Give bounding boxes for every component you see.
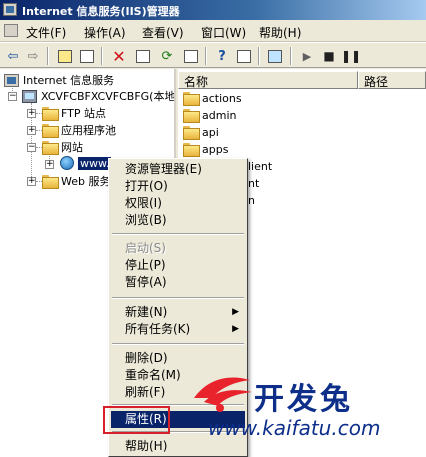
toolbar: ⇦ ⇨ ✕ ⟳ ? ▶ ■ ❚❚ [0, 42, 426, 68]
tree-label-server: XCVFCBFXCVFCBFG(本地计算机) [41, 90, 176, 103]
show-hide-tree-icon[interactable] [78, 47, 96, 65]
list-item-partial[interactable]: nt [248, 175, 259, 191]
list-item[interactable]: actions [183, 90, 242, 106]
expand-icon[interactable]: + [27, 109, 36, 118]
toolbar-separator [290, 47, 292, 65]
console-icon[interactable] [235, 47, 253, 65]
folder-icon [42, 124, 59, 138]
list-item-label: api [202, 125, 219, 139]
tree-node-iis-root[interactable]: Internet 信息服务 [4, 72, 114, 88]
ctx-all-tasks[interactable]: 所有任务(K) ▶ [111, 321, 245, 338]
menu-separator [112, 233, 244, 235]
iis-node-icon [4, 73, 19, 87]
export-icon[interactable] [182, 47, 200, 65]
expand-icon[interactable]: + [45, 160, 54, 169]
computer-node-icon [22, 89, 37, 103]
tree-node-ftp-sites[interactable]: FTP 站点 [42, 105, 106, 121]
ctx-browse[interactable]: 浏览(B) [111, 212, 245, 229]
ctx-permissions[interactable]: 权限(I) [111, 195, 245, 212]
ctx-new-label: 新建(N) [125, 305, 168, 319]
forward-arrow-icon[interactable]: ⇨ [24, 47, 42, 65]
title-bar: Internet 信息服务(IIS)管理器 [0, 0, 426, 20]
menu-bar: 文件(F) 操作(A) 查看(V) 窗口(W) 帮助(H) [0, 20, 426, 42]
ctx-stop[interactable]: 停止(P) [111, 257, 245, 274]
watermark-url: www.kaifatu.com [208, 416, 381, 440]
ctx-pause[interactable]: 暂停(A) [111, 274, 245, 291]
menu-help[interactable]: 帮助(H) [259, 24, 301, 41]
list-item[interactable]: apps [183, 141, 228, 157]
system-menu-icon[interactable] [4, 24, 18, 37]
menu-view[interactable]: 查看(V) [142, 24, 184, 41]
menu-file[interactable]: 文件(F) [26, 24, 66, 41]
window-title: Internet 信息服务(IIS)管理器 [22, 5, 180, 18]
expand-icon[interactable]: + [27, 177, 36, 186]
computer-icon[interactable] [266, 47, 284, 65]
folder-icon [183, 143, 200, 157]
tree-node-app-pools[interactable]: 应用程序池 [42, 122, 116, 138]
play-icon[interactable]: ▶ [298, 47, 316, 65]
tree-node-websites[interactable]: 网站 [42, 139, 83, 155]
list-item-partial[interactable]: lient [248, 158, 272, 174]
tree-label-apppools: 应用程序池 [61, 124, 116, 137]
watermark: 开发兔 www.kaifatu.com [190, 368, 426, 448]
column-header-name[interactable]: 名称 [178, 71, 358, 89]
menu-separator [112, 343, 244, 345]
tree-label-ftp: FTP 站点 [61, 107, 106, 120]
properties-icon[interactable] [134, 47, 152, 65]
toolbar-separator [47, 47, 49, 65]
folder-icon [42, 141, 59, 155]
list-item-label: apps [202, 142, 229, 156]
toolbar-separator [258, 47, 260, 65]
ctx-delete[interactable]: 删除(D) [111, 350, 245, 367]
tree-label-websites: 网站 [61, 141, 83, 154]
website-globe-icon [60, 156, 74, 170]
menu-window[interactable]: 窗口(W) [201, 24, 246, 41]
help-icon[interactable]: ? [213, 47, 231, 65]
watermark-brand: 开发兔 [254, 382, 353, 417]
highlight-box [103, 406, 170, 434]
tree-node-website[interactable]: www. [60, 155, 112, 171]
collapse-icon[interactable]: − [8, 92, 17, 101]
toolbar-separator [205, 47, 207, 65]
expand-icon[interactable]: + [27, 126, 36, 135]
ctx-explore[interactable]: 资源管理器(E) [111, 161, 245, 178]
tree-label-root: Internet 信息服务 [23, 74, 115, 87]
toolbar-separator [101, 47, 103, 65]
folder-icon [183, 92, 200, 106]
folder-icon [183, 109, 200, 123]
back-arrow-icon[interactable]: ⇦ [4, 47, 22, 65]
rabbit-logo-icon [194, 377, 252, 412]
column-header-path[interactable]: 路径 [358, 71, 426, 89]
list-item[interactable]: admin [183, 107, 236, 123]
folder-icon [183, 126, 200, 140]
list-item[interactable]: api [183, 124, 219, 140]
submenu-arrow-icon: ▶ [232, 324, 239, 334]
stop-icon[interactable]: ■ [320, 47, 338, 65]
ctx-start: 启动(S) [125, 241, 166, 255]
folder-icon [42, 175, 59, 189]
submenu-arrow-icon: ▶ [232, 307, 239, 317]
menu-action[interactable]: 操作(A) [84, 24, 126, 41]
menu-separator [112, 297, 244, 299]
folder-icon [42, 107, 59, 121]
list-item-partial[interactable]: n [248, 192, 255, 208]
up-folder-icon[interactable] [56, 47, 74, 65]
list-item-label: admin [202, 108, 237, 122]
collapse-icon[interactable]: − [27, 143, 36, 152]
tree-node-server[interactable]: XCVFCBFXCVFCBFG(本地计算机) [22, 88, 176, 104]
list-item-label: actions [202, 91, 242, 105]
refresh-icon[interactable]: ⟳ [158, 47, 176, 65]
ctx-open[interactable]: 打开(O) [111, 178, 245, 195]
ctx-all-tasks-label: 所有任务(K) [125, 322, 191, 336]
tree-label-site: www. [78, 156, 112, 170]
delete-x-icon[interactable]: ✕ [110, 47, 128, 66]
iis-app-icon [3, 3, 17, 16]
pause-icon[interactable]: ❚❚ [341, 47, 361, 65]
ctx-new[interactable]: 新建(N) ▶ [111, 304, 245, 321]
